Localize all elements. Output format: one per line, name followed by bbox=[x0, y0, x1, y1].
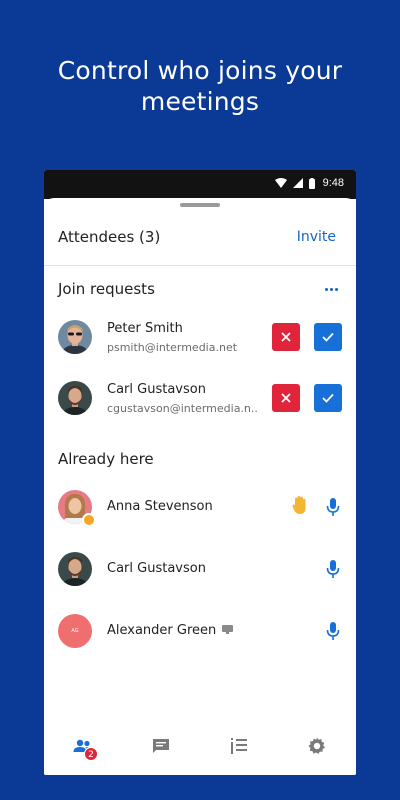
attendee-name: Carl Gustavson bbox=[107, 382, 206, 397]
check-icon bbox=[322, 332, 334, 342]
attendee-item: Carl Gustavson bbox=[58, 552, 342, 592]
attendee-name: Anna Stevenson bbox=[107, 499, 213, 514]
microphone-icon[interactable] bbox=[326, 559, 340, 579]
deny-button[interactable] bbox=[272, 323, 300, 351]
check-icon bbox=[322, 393, 334, 403]
settings-icon bbox=[308, 737, 325, 754]
host-badge bbox=[82, 513, 96, 527]
agenda-icon bbox=[231, 738, 247, 754]
headline-line-1: Control who joins your bbox=[57, 56, 343, 85]
divider bbox=[44, 265, 356, 266]
join-request-item: Carl Gustavson cgustavson@intermedia.n..… bbox=[58, 381, 342, 421]
battery-icon bbox=[308, 177, 315, 189]
tab-agenda[interactable] bbox=[219, 726, 259, 766]
close-icon bbox=[281, 393, 291, 403]
headline-line-2: meetings bbox=[140, 87, 260, 116]
avatar bbox=[58, 320, 92, 354]
screen-share-icon bbox=[222, 625, 233, 634]
attendee-name: Carl Gustavson bbox=[107, 561, 206, 576]
bottom-tab-bar: 2 bbox=[44, 717, 356, 775]
more-icon[interactable] bbox=[325, 288, 338, 291]
attendee-email: psmith@intermedia.net bbox=[107, 341, 238, 354]
avatar-initials: AG bbox=[71, 628, 79, 634]
tab-settings[interactable] bbox=[297, 726, 337, 766]
sheet-drag-handle[interactable] bbox=[180, 203, 220, 207]
phone-screen: 9:48 Attendees (3) Invite Join requests bbox=[44, 170, 356, 775]
headline: Control who joins your meetings bbox=[0, 55, 400, 117]
already-here-title: Already here bbox=[58, 450, 154, 468]
join-requests-title: Join requests bbox=[58, 280, 155, 298]
chat-icon bbox=[153, 739, 169, 753]
attendee-name: Peter Smith bbox=[107, 321, 183, 336]
avatar: AG bbox=[58, 614, 92, 648]
microphone-icon[interactable] bbox=[326, 497, 340, 517]
attendees-title: Attendees (3) bbox=[58, 228, 161, 246]
status-bar: 9:48 bbox=[44, 170, 356, 199]
invite-button[interactable]: Invite bbox=[297, 229, 336, 245]
hand-raised-icon bbox=[292, 496, 306, 514]
wifi-icon bbox=[274, 178, 287, 188]
tab-chat[interactable] bbox=[141, 726, 181, 766]
deny-button[interactable] bbox=[272, 384, 300, 412]
avatar bbox=[58, 552, 92, 586]
tab-attendees[interactable]: 2 bbox=[63, 726, 103, 766]
attendee-name: Alexander Green bbox=[107, 623, 217, 638]
accept-button[interactable] bbox=[314, 384, 342, 412]
notification-badge: 2 bbox=[84, 747, 98, 761]
attendee-email: cgustavson@intermedia.n... bbox=[107, 402, 257, 415]
join-request-item: Peter Smith psmith@intermedia.net bbox=[58, 320, 342, 360]
avatar bbox=[58, 381, 92, 415]
attendee-item: Anna Stevenson bbox=[58, 490, 342, 530]
status-time: 9:48 bbox=[322, 177, 344, 189]
accept-button[interactable] bbox=[314, 323, 342, 351]
close-icon bbox=[281, 332, 291, 342]
signal-icon bbox=[292, 178, 303, 188]
microphone-icon[interactable] bbox=[326, 621, 340, 641]
attendee-item: AG Alexander Green bbox=[58, 614, 342, 654]
attendees-sheet: Attendees (3) Invite Join requests Peter… bbox=[44, 198, 356, 775]
